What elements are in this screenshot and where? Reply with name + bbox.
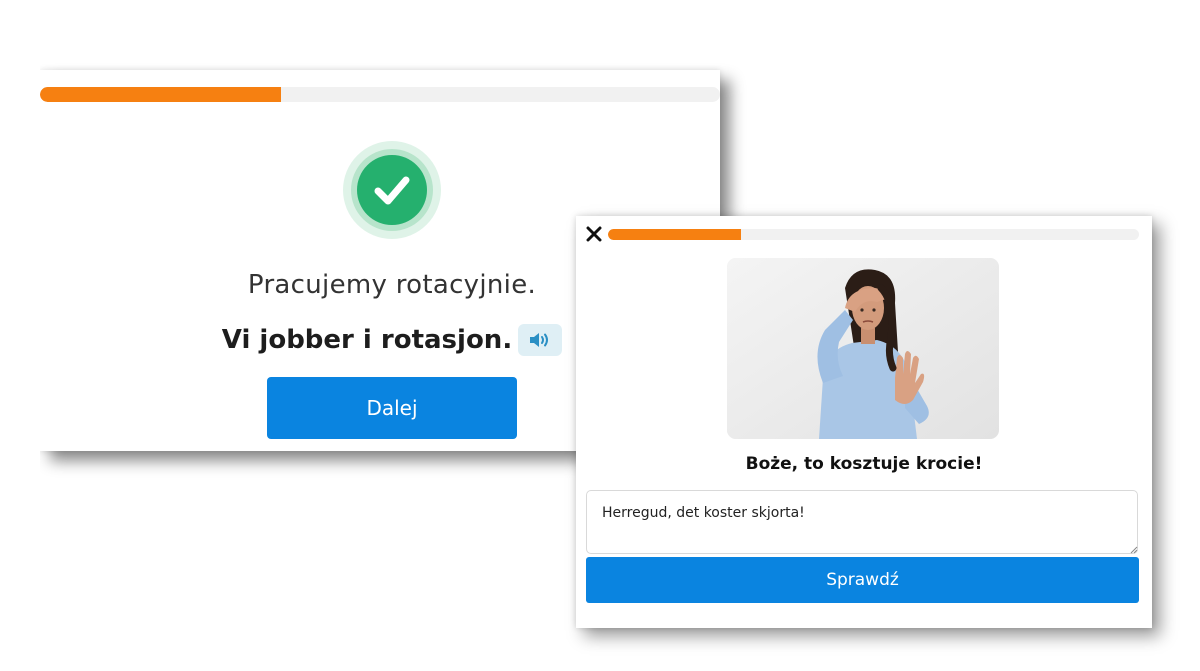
speaker-icon bbox=[530, 333, 549, 347]
woman-stop-gesture-photo bbox=[727, 258, 999, 439]
play-audio-button[interactable] bbox=[518, 324, 563, 356]
resize-handle-icon[interactable] bbox=[1130, 546, 1138, 554]
exercise-card: Boże, to kosztuje krocie! Sprawdź bbox=[576, 216, 1152, 628]
check-button[interactable]: Sprawdź bbox=[586, 557, 1139, 603]
check-circle-icon bbox=[343, 141, 441, 239]
answer-input[interactable] bbox=[586, 490, 1138, 554]
lesson-progress-bar bbox=[40, 87, 720, 102]
close-icon[interactable] bbox=[586, 226, 602, 242]
lesson-progress-fill bbox=[40, 87, 282, 102]
exercise-progress-bar bbox=[608, 229, 1139, 240]
next-button[interactable]: Dalej bbox=[267, 377, 517, 439]
answer-text: Vi jobber i rotasjon. bbox=[221, 325, 513, 355]
exercise-progress-fill bbox=[608, 229, 741, 240]
prompt-sentence: Boże, to kosztuje krocie! bbox=[745, 454, 983, 474]
